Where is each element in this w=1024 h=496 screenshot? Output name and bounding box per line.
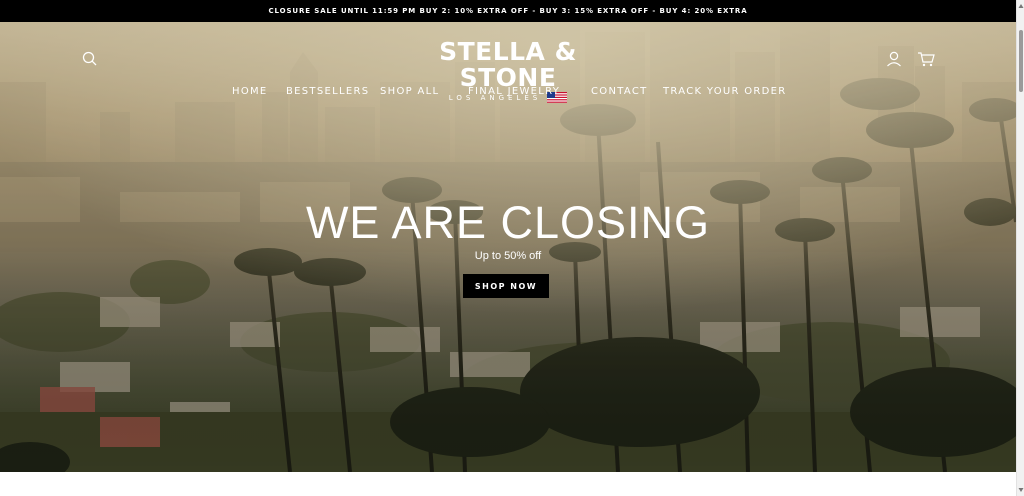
nav-final-jewelry[interactable]: FINAL JEWELRY bbox=[468, 86, 560, 97]
announcement-bar: CLOSURE SALE UNTIL 11:59 PM BUY 2: 10% E… bbox=[0, 0, 1016, 22]
nav-bestsellers[interactable]: BESTSELLERS bbox=[286, 86, 369, 97]
page-scrollbar[interactable] bbox=[1016, 0, 1024, 496]
account-icon[interactable] bbox=[884, 49, 904, 69]
scrollbar-thumb[interactable] bbox=[1019, 30, 1023, 92]
logo-wordmark: STELLA & STONE bbox=[439, 37, 577, 92]
shop-now-button[interactable]: SHOP NOW bbox=[463, 274, 549, 298]
nav-contact[interactable]: CONTACT bbox=[591, 86, 648, 97]
cart-icon[interactable] bbox=[916, 49, 936, 69]
nav-home[interactable]: HOME bbox=[232, 86, 268, 97]
nav-shop-all[interactable]: SHOP ALL bbox=[380, 86, 439, 97]
hero-banner: STELLA & STONE LOS ANGELES HOME BESTSELL… bbox=[0, 22, 1016, 472]
hero-headline: WE ARE CLOSING bbox=[305, 197, 711, 248]
announcement-text: CLOSURE SALE UNTIL 11:59 PM BUY 2: 10% E… bbox=[268, 7, 748, 15]
hero-subheadline: Up to 50% off bbox=[474, 250, 542, 262]
scroll-down-arrow-icon[interactable] bbox=[1018, 487, 1024, 493]
nav-track-order[interactable]: TRACK YOUR ORDER bbox=[663, 86, 787, 97]
main-nav: HOME BESTSELLERS SHOP ALL FINAL JEWELRY … bbox=[0, 86, 1016, 102]
scroll-up-arrow-icon[interactable] bbox=[1018, 3, 1024, 9]
search-icon[interactable] bbox=[80, 49, 100, 69]
